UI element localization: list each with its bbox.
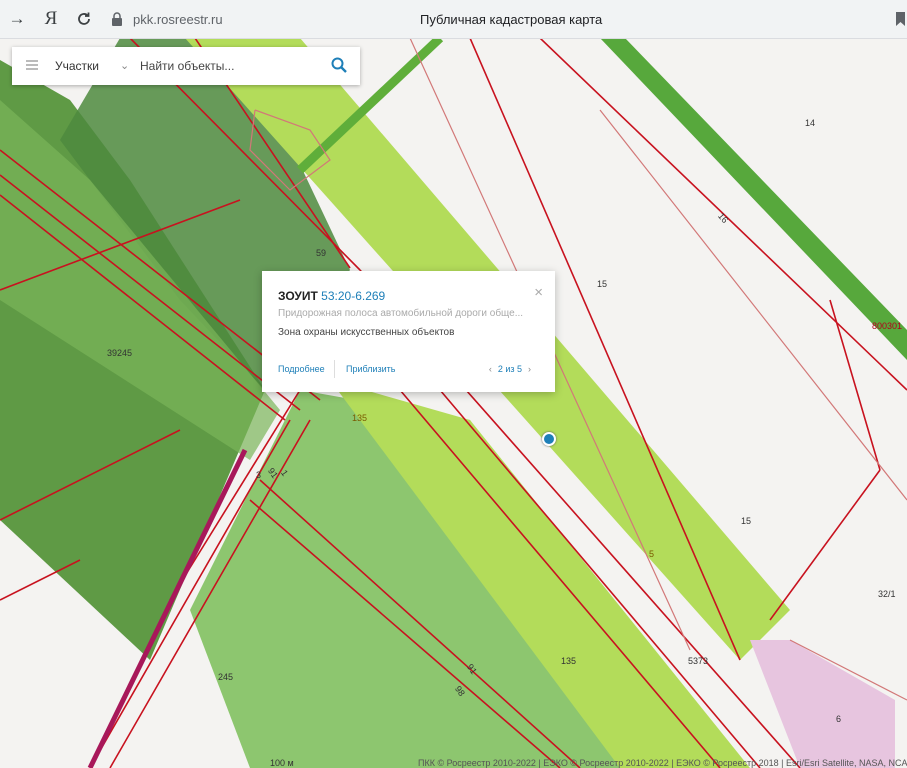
parcel-label: 3	[256, 470, 262, 480]
popup-type: ЗОУИТ	[278, 289, 318, 303]
map-scale: 100 м	[270, 758, 294, 768]
popup-cadastral-number[interactable]: 53:20-6.269	[321, 289, 385, 303]
object-info-popup: × ЗОУИТ 53:20-6.269 Придорожная полоса а…	[262, 271, 555, 392]
divider	[334, 360, 335, 378]
parcel-label: 6	[836, 714, 842, 724]
location-marker-icon[interactable]	[542, 432, 556, 446]
zoom-link[interactable]: Приблизить	[346, 364, 396, 374]
map-attribution: ПКК © Росреестр 2010-2022 | ЕЭКО © Росре…	[418, 758, 907, 768]
chevron-down-icon[interactable]: ⌄	[120, 59, 129, 72]
lock-icon	[111, 12, 123, 26]
search-icon[interactable]	[331, 57, 347, 73]
search-panel: Участки ⌄ Найти объекты...	[12, 47, 360, 85]
popup-description: Придорожная полоса автомобильной дороги …	[278, 308, 524, 319]
parcel-label: 245	[218, 672, 234, 682]
parcel-label: 800301	[872, 321, 903, 331]
menu-icon[interactable]	[26, 60, 38, 70]
next-button[interactable]: ›	[522, 364, 537, 374]
address-bar-url[interactable]: pkk.rosreestr.ru	[133, 12, 223, 27]
page-title: Публичная кадастровая карта	[420, 12, 603, 27]
parcel-label: 59	[316, 248, 327, 258]
forward-icon[interactable]: →	[6, 8, 28, 30]
parcel-label: 15	[597, 279, 608, 289]
close-icon[interactable]: ×	[534, 284, 543, 301]
parcel-label: 5373	[688, 656, 709, 666]
yandex-icon[interactable]: Я	[40, 8, 62, 30]
parcel-label: 32/1	[878, 589, 896, 599]
pager-label: 2 из 5	[497, 364, 522, 374]
popup-pager: ‹ 2 из 5 ›	[483, 364, 537, 374]
parcel-label: 14	[805, 118, 816, 128]
search-category-select[interactable]: Участки	[55, 59, 99, 73]
parcel-label: 135	[561, 656, 577, 666]
reload-icon[interactable]	[73, 8, 95, 30]
parcel-label: 135	[352, 413, 368, 423]
parcel-label: 15	[741, 516, 752, 526]
search-input[interactable]: Найти объекты...	[140, 59, 234, 73]
bookmark-icon[interactable]	[896, 12, 905, 26]
cadastral-map[interactable]: 14 16 15 800301 59 39245 135 15 5 32/1 1…	[0, 38, 907, 768]
parcel-label: 39245	[107, 348, 133, 358]
popup-zone: Зона охраны искусственных объектов	[278, 327, 455, 338]
prev-button[interactable]: ‹	[483, 364, 498, 374]
parcel-label: 5	[649, 549, 655, 559]
map-canvas	[0, 38, 907, 768]
more-link[interactable]: Подробнее	[278, 364, 325, 374]
browser-toolbar: → Я pkk.rosreestr.ru Публичная кадастров…	[0, 0, 907, 39]
popup-title: ЗОУИТ 53:20-6.269	[278, 289, 385, 303]
